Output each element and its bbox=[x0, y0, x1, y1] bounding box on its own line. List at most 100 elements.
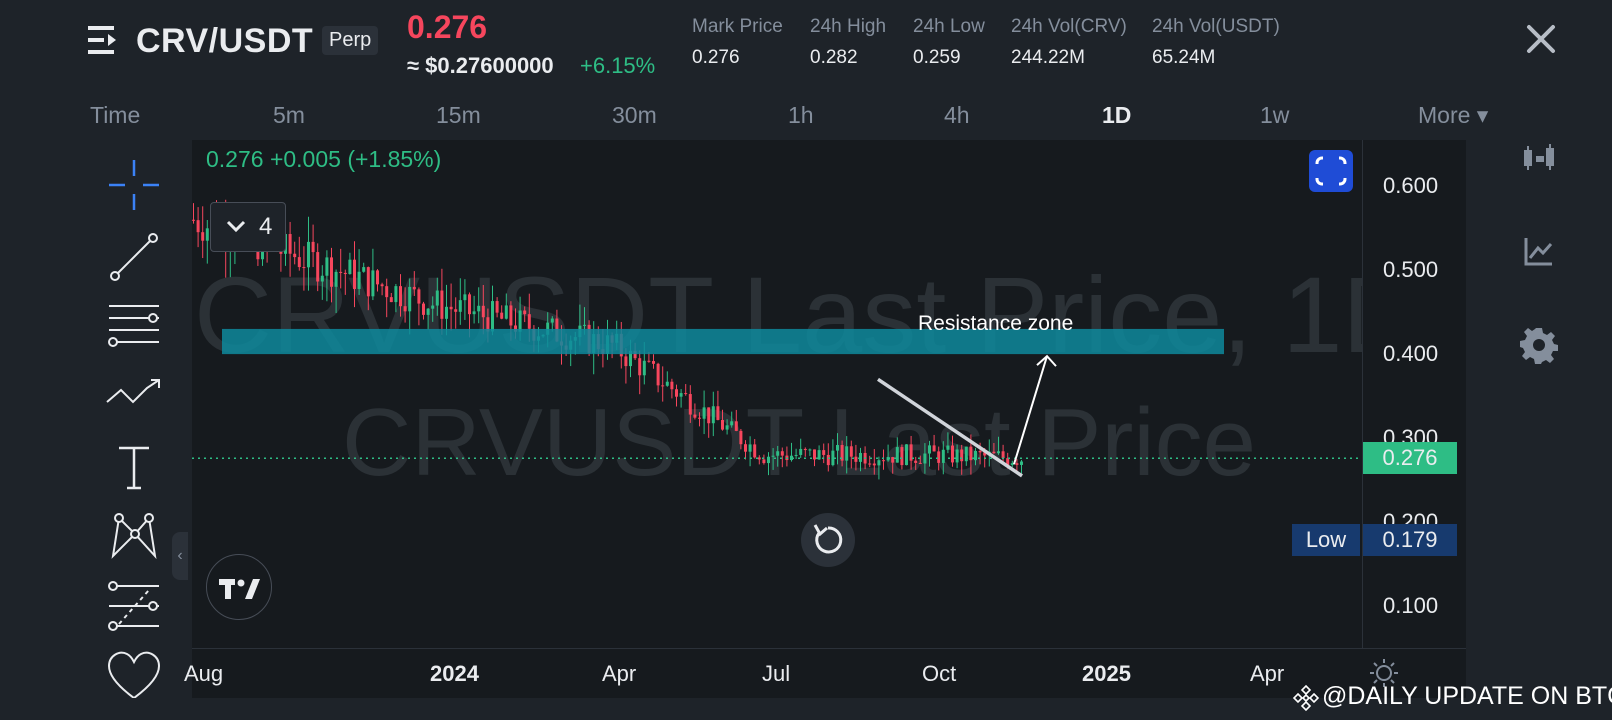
candle-body bbox=[624, 356, 628, 367]
tab-1d[interactable]: 1D bbox=[1102, 102, 1131, 129]
tab-1h[interactable]: 1h bbox=[788, 102, 814, 129]
tab-1w[interactable]: 1w bbox=[1260, 102, 1289, 129]
candle-body bbox=[491, 301, 494, 332]
polyline-icon[interactable] bbox=[105, 368, 163, 426]
collapse-toolbar-tab[interactable]: ‹ bbox=[172, 532, 188, 580]
candle-body bbox=[803, 448, 807, 451]
candle-body bbox=[744, 444, 747, 452]
candle-body bbox=[403, 306, 407, 312]
candle-body bbox=[523, 310, 527, 315]
candle-body bbox=[739, 430, 743, 445]
candle-body bbox=[431, 305, 435, 309]
candle-body bbox=[780, 451, 784, 456]
candle-body bbox=[376, 270, 379, 285]
trend-line-icon[interactable] bbox=[105, 228, 163, 286]
time-tick: Aug bbox=[184, 661, 224, 686]
indicators-icon[interactable] bbox=[1520, 140, 1558, 178]
reset-chart-button[interactable] bbox=[801, 513, 855, 567]
candle-body bbox=[320, 275, 324, 282]
candle-body bbox=[969, 446, 973, 461]
text-tool-icon[interactable] bbox=[105, 438, 163, 496]
tab-time[interactable]: Time bbox=[90, 102, 140, 129]
candle-body bbox=[707, 407, 711, 424]
candle-body bbox=[311, 241, 315, 253]
candle-body bbox=[868, 463, 872, 465]
candle-body bbox=[399, 286, 402, 307]
tab-5m[interactable]: 5m bbox=[273, 102, 305, 129]
pattern-tool-icon[interactable] bbox=[105, 506, 163, 564]
descending-trendline bbox=[877, 377, 1023, 478]
candle-body bbox=[385, 286, 389, 298]
candle-body bbox=[307, 241, 310, 268]
candle-body bbox=[481, 305, 485, 318]
menu-icon[interactable] bbox=[86, 22, 122, 58]
resistance-zone bbox=[222, 328, 1224, 355]
candle-body bbox=[941, 449, 945, 463]
candle-body bbox=[293, 253, 297, 258]
candle-body bbox=[854, 456, 858, 462]
candle-body bbox=[693, 414, 697, 418]
candle-body bbox=[711, 406, 715, 424]
chart-type-icon[interactable] bbox=[1520, 232, 1558, 270]
crosshair-icon[interactable] bbox=[105, 156, 163, 214]
price-tick: 0.100 bbox=[1383, 593, 1439, 619]
candle-body bbox=[435, 290, 439, 306]
candle-body bbox=[1020, 461, 1023, 465]
candle-body bbox=[964, 446, 968, 462]
price-axis[interactable]: 0.600 0.500 0.400 0.300 0.200 0.100 0.276 0.1… bbox=[1362, 140, 1466, 648]
candle-body bbox=[753, 444, 757, 458]
candle-body bbox=[877, 460, 881, 466]
candle-body bbox=[495, 301, 499, 313]
candle-body bbox=[799, 448, 803, 455]
candlestick-chart[interactable] bbox=[192, 140, 1362, 648]
candle-body bbox=[891, 457, 895, 463]
candle-body bbox=[647, 360, 651, 362]
tradingview-logo[interactable] bbox=[206, 554, 272, 620]
candle-body bbox=[343, 272, 347, 275]
candle-body bbox=[527, 314, 531, 329]
tradingview-icon bbox=[219, 579, 260, 599]
favorites-heart-icon[interactable] bbox=[105, 646, 163, 698]
stat-mark-price: Mark Price 0.276 bbox=[692, 16, 783, 68]
price-tick: 0.400 bbox=[1383, 341, 1439, 367]
candle-body bbox=[316, 252, 320, 282]
candle-body bbox=[997, 451, 1000, 454]
candle-body bbox=[371, 270, 375, 297]
candle-body bbox=[583, 324, 586, 326]
pair-title[interactable]: CRV/USDT bbox=[136, 22, 313, 61]
credit-watermark: @DAILY UPDATE ON BTC bbox=[1322, 682, 1612, 710]
settings-gear-icon[interactable] bbox=[1520, 326, 1558, 364]
candle-body bbox=[638, 358, 642, 376]
chart-area[interactable]: CRVUSDT Last Price, 1D CRVUSDT Last Pric… bbox=[192, 140, 1362, 648]
candle-body bbox=[500, 312, 504, 319]
candle-body bbox=[951, 445, 954, 463]
low-label: Low bbox=[1292, 523, 1360, 556]
refresh-icon bbox=[813, 524, 843, 554]
tab-4h[interactable]: 4h bbox=[944, 102, 970, 129]
measure-tool-icon[interactable] bbox=[105, 576, 163, 634]
candle-body bbox=[905, 444, 908, 466]
time-axis[interactable]: Aug 2024 Apr Jul Oct 2025 Apr bbox=[184, 648, 1466, 698]
fullscreen-button[interactable] bbox=[1309, 150, 1353, 192]
tab-15m[interactable]: 15m bbox=[436, 102, 481, 129]
stat-24h-vol-crv: 24h Vol(CRV) 244.22M bbox=[1011, 16, 1127, 68]
last-price: 0.276 bbox=[407, 9, 488, 45]
price-tick: 0.500 bbox=[1383, 257, 1439, 283]
indicator-toggle-button[interactable]: 4 bbox=[210, 202, 286, 252]
indicator-count: 4 bbox=[259, 213, 273, 240]
candle-body bbox=[849, 446, 853, 457]
time-tick: Apr bbox=[602, 661, 637, 686]
candle-body bbox=[808, 449, 812, 451]
candle-body bbox=[914, 460, 918, 463]
tab-30m[interactable]: 30m bbox=[612, 102, 657, 129]
candle-body bbox=[771, 455, 775, 457]
fib-retracement-icon[interactable] bbox=[105, 298, 163, 356]
contract-type-badge: Perp bbox=[322, 26, 379, 55]
tab-more[interactable]: More ▾ bbox=[1418, 102, 1488, 129]
close-icon[interactable] bbox=[1524, 22, 1558, 56]
price-change-percent: +6.15% bbox=[580, 53, 656, 78]
candle-body bbox=[831, 450, 835, 466]
candle-body bbox=[325, 257, 329, 276]
candle-body bbox=[992, 451, 996, 454]
candle-body bbox=[665, 381, 669, 386]
